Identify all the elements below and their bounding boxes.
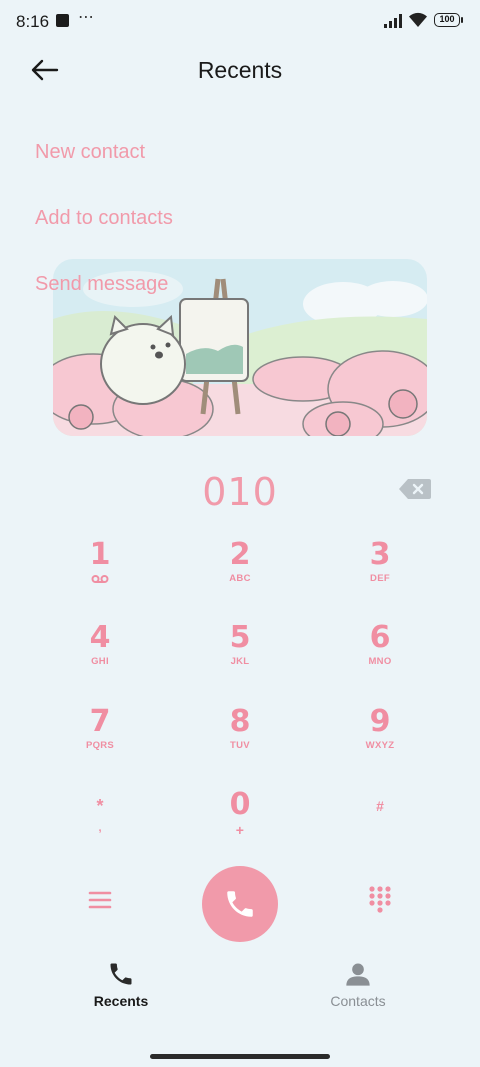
- key-letters: PQRS: [85, 740, 115, 751]
- wifi-icon: [408, 12, 428, 28]
- status-time: 8:16: [16, 12, 50, 31]
- send-message-option[interactable]: Send message: [35, 273, 168, 296]
- home-indicator[interactable]: [150, 1054, 330, 1059]
- key-letters: GHI: [91, 656, 109, 667]
- key-symbol: #: [376, 798, 384, 814]
- key-7[interactable]: 7 PQRS: [40, 705, 160, 775]
- more-notifications-icon: ⋯: [78, 9, 94, 26]
- key-digit: 5: [229, 620, 251, 655]
- notification-app-icon: [56, 14, 69, 27]
- person-icon: [346, 963, 370, 986]
- key-letters: ABC: [229, 573, 251, 584]
- key-digit: 3: [369, 537, 391, 572]
- key-digit: 6: [369, 620, 391, 655]
- page-title: Recents: [197, 57, 283, 83]
- key-letters: +: [235, 822, 245, 838]
- key-digit: 4: [89, 620, 111, 655]
- key-6[interactable]: 6 MNO: [320, 621, 440, 691]
- key-9[interactable]: 9 WXYZ: [320, 705, 440, 775]
- tab-contacts[interactable]: Contacts: [288, 960, 428, 1009]
- status-icons: 100: [384, 12, 463, 28]
- key-2[interactable]: 2 ABC: [180, 538, 300, 608]
- key-digit: 9: [369, 704, 391, 739]
- key-letters: WXYZ: [365, 740, 395, 751]
- tab-contacts-label: Contacts: [330, 993, 386, 1009]
- dialpad-icon: [369, 886, 391, 913]
- key-digit: 2: [229, 537, 251, 572]
- menu-lines-icon: [88, 891, 112, 909]
- battery-indicator: 100: [434, 13, 463, 27]
- key-letters: DEF: [370, 573, 390, 584]
- key-digit: 0: [229, 787, 251, 822]
- phone-icon: [227, 891, 253, 917]
- add-to-contacts-option[interactable]: Add to contacts: [35, 207, 173, 230]
- key-letters: MNO: [368, 656, 392, 667]
- key-3[interactable]: 3 DEF: [320, 538, 440, 608]
- voicemail-icon: [91, 575, 109, 583]
- key-8[interactable]: 8 TUV: [180, 705, 300, 775]
- key-symbol: *: [96, 796, 104, 816]
- key-digit: 1: [89, 537, 111, 572]
- key-0[interactable]: 0 +: [180, 788, 300, 858]
- key-star[interactable]: * ,: [40, 788, 160, 858]
- tab-recents-label: Recents: [93, 993, 149, 1009]
- backspace-button[interactable]: [398, 477, 432, 501]
- new-contact-option[interactable]: New contact: [35, 141, 145, 164]
- key-letters: JKL: [230, 656, 250, 667]
- key-5[interactable]: 5 JKL: [180, 621, 300, 691]
- status-bar: 8:16 ⋯ 100: [0, 0, 480, 44]
- key-4[interactable]: 4 GHI: [40, 621, 160, 691]
- key-letters: ,: [98, 822, 102, 834]
- menu-button[interactable]: [86, 888, 114, 912]
- tab-recents[interactable]: Recents: [51, 960, 191, 1009]
- call-button[interactable]: [202, 866, 278, 942]
- key-letters: TUV: [230, 740, 250, 751]
- key-hash[interactable]: #: [320, 788, 440, 858]
- key-digit: 7: [89, 704, 111, 739]
- dialpad-toggle-button[interactable]: [368, 885, 392, 915]
- key-digit: 8: [229, 704, 251, 739]
- phone-icon: [110, 963, 132, 985]
- key-1[interactable]: 1: [40, 538, 160, 608]
- backspace-icon: [399, 479, 431, 499]
- signal-icon: [384, 13, 402, 28]
